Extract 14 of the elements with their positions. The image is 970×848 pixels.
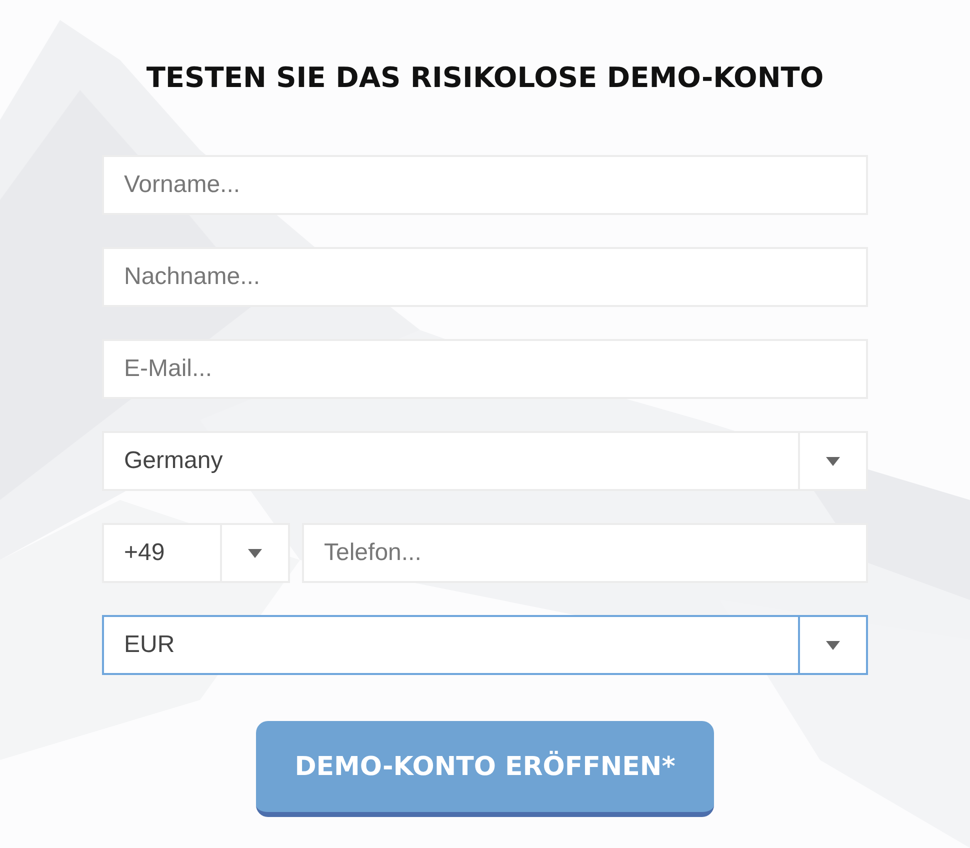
text-field[interactable]: Nachname...: [102, 247, 868, 307]
caret-icon: [826, 456, 840, 466]
dial-code-select[interactable]: +49: [102, 523, 290, 583]
select-value: +49: [123, 539, 166, 567]
select-value: Germany: [123, 447, 224, 475]
form-title: TESTEN SIE DAS RISIKOLOSE DEMO-KONTO: [146, 60, 824, 96]
text-field[interactable]: E-Mail...: [102, 339, 868, 399]
select-field[interactable]: Germany: [102, 431, 868, 491]
phone-field[interactable]: Telefon...: [302, 523, 868, 583]
text-field[interactable]: Vorname...: [102, 155, 868, 215]
select-field[interactable]: EUR: [102, 615, 868, 675]
caret-icon: [248, 548, 262, 558]
select-value: EUR: [123, 631, 176, 659]
caret-icon: [826, 640, 840, 650]
